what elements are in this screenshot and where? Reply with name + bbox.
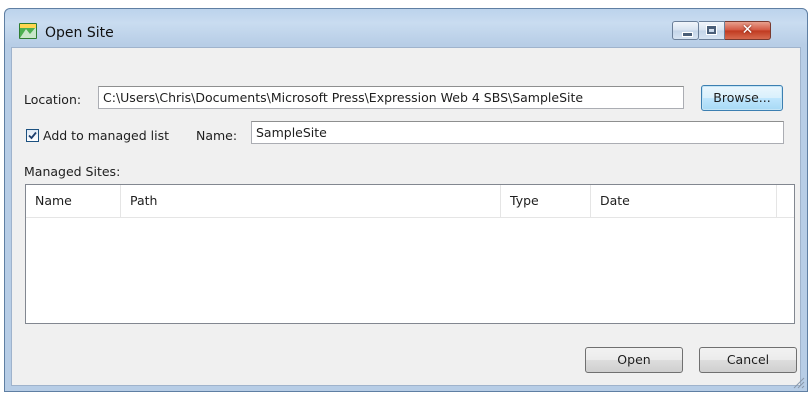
column-header-path[interactable]: Path: [121, 185, 501, 217]
list-header: Name Path Type Date: [26, 185, 794, 218]
close-button[interactable]: ✕: [725, 21, 771, 40]
maximize-icon: [706, 25, 717, 35]
open-button[interactable]: Open: [585, 347, 683, 373]
name-label: Name:: [196, 128, 238, 143]
close-icon: ✕: [741, 22, 754, 38]
managed-sites-label: Managed Sites:: [24, 164, 121, 179]
resize-grip-icon[interactable]: [793, 377, 805, 389]
column-header-date[interactable]: Date: [591, 185, 777, 217]
column-header-name[interactable]: Name: [26, 185, 121, 217]
open-site-dialog: Open Site ✕ Location: C:\Users\Chris\Doc…: [4, 8, 808, 392]
title-bar[interactable]: Open Site ✕: [5, 9, 807, 47]
add-to-managed-list-checkbox[interactable]: [26, 129, 39, 142]
checkmark-icon: [28, 131, 37, 140]
managed-sites-list[interactable]: Name Path Type Date: [25, 184, 795, 324]
column-header-type[interactable]: Type: [501, 185, 591, 217]
name-input[interactable]: SampleSite: [251, 121, 784, 144]
location-input[interactable]: C:\Users\Chris\Documents\Microsoft Press…: [98, 86, 684, 109]
location-label: Location:: [24, 92, 82, 107]
add-to-managed-list-label[interactable]: Add to managed list: [43, 128, 169, 143]
minimize-button[interactable]: [672, 21, 699, 40]
maximize-button[interactable]: [699, 21, 725, 40]
cancel-button[interactable]: Cancel: [699, 347, 797, 373]
minimize-icon: [682, 32, 693, 37]
browse-button[interactable]: Browse...: [701, 85, 783, 111]
expression-web-app-icon: [19, 23, 37, 39]
dialog-title: Open Site: [45, 25, 114, 41]
